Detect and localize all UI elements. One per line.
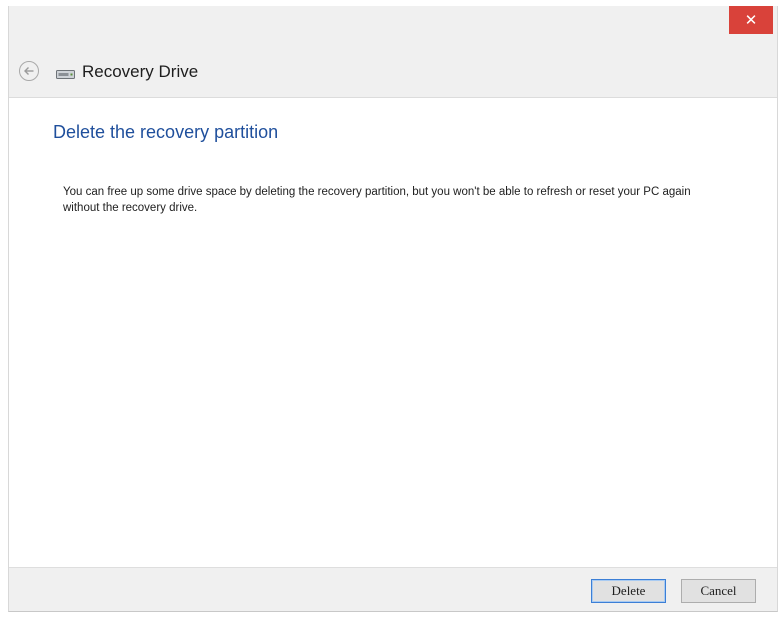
cancel-button[interactable]: Cancel	[681, 579, 756, 603]
back-button[interactable]	[19, 61, 39, 81]
button-bar: Delete Cancel	[9, 567, 777, 611]
page-description: You can free up some drive space by dele…	[63, 186, 691, 214]
close-icon: ✕	[744, 11, 758, 29]
drive-icon	[56, 70, 75, 79]
window-title: Recovery Drive	[82, 62, 199, 81]
nav-bar: Recovery Drive	[9, 50, 777, 94]
back-arrow-icon	[24, 67, 34, 75]
close-button[interactable]: ✕	[729, 6, 773, 34]
delete-button[interactable]: Delete	[591, 579, 666, 603]
content-area: Delete the recovery partition You can fr…	[9, 97, 777, 567]
recovery-drive-window: ✕ Recovery Drive Delete the recovery par…	[8, 6, 778, 612]
page-heading: Delete the recovery partition	[53, 122, 279, 142]
